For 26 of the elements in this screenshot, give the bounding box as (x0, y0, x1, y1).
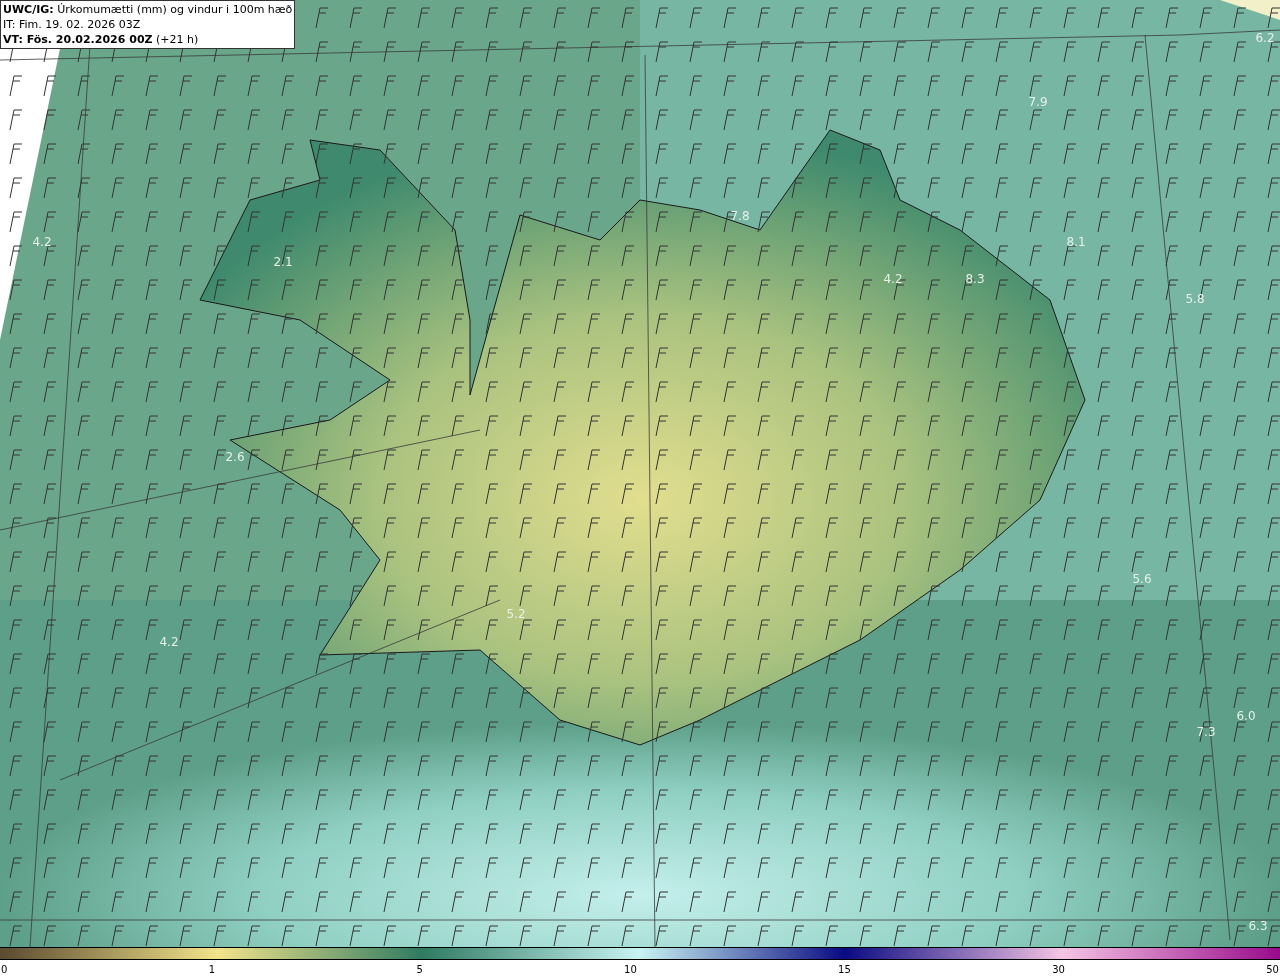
value-label: 7.9 (1028, 94, 1048, 111)
colorbar-tick-label: 30 (1052, 962, 1065, 977)
value-label: 5.2 (506, 606, 526, 623)
value-label: 6.0 (1236, 708, 1256, 725)
value-label: 4.2 (883, 271, 903, 288)
header-line: VT: Fös. 20.02.2026 00Z (+21 h) (3, 32, 200, 47)
value-label: 8.3 (965, 271, 985, 288)
value-label: 6.2 (1255, 30, 1275, 47)
value-label: 4.2 (159, 634, 179, 651)
header-line: UWC/IG: Úrkomumætti (mm) og vindur i 100m hæð (3, 2, 293, 17)
value-label: 7.3 (1196, 724, 1216, 741)
value-label: 5.8 (1185, 291, 1205, 308)
colorbar-tick-label: 1 (208, 962, 216, 977)
value-label: 5.6 (1132, 571, 1152, 588)
colorbar-tick-label: 50 (1266, 962, 1279, 977)
value-label: 2.6 (225, 449, 245, 466)
colorbar-tick-label: 0 (1, 962, 8, 977)
value-label: 6.3 (1248, 918, 1268, 935)
value-label: 4.2 (32, 234, 52, 251)
header-line: IT: Fim. 19. 02. 2026 03Z (3, 17, 142, 32)
colorbar-tick-label: 15 (838, 962, 851, 977)
value-label: 8.1 (1066, 234, 1086, 251)
value-label: 7.8 (730, 208, 750, 225)
colorbar-tick-label: 5 (416, 962, 423, 977)
colorbar-tick-label: 10 (624, 962, 637, 977)
value-label: 2.1 (273, 254, 293, 271)
